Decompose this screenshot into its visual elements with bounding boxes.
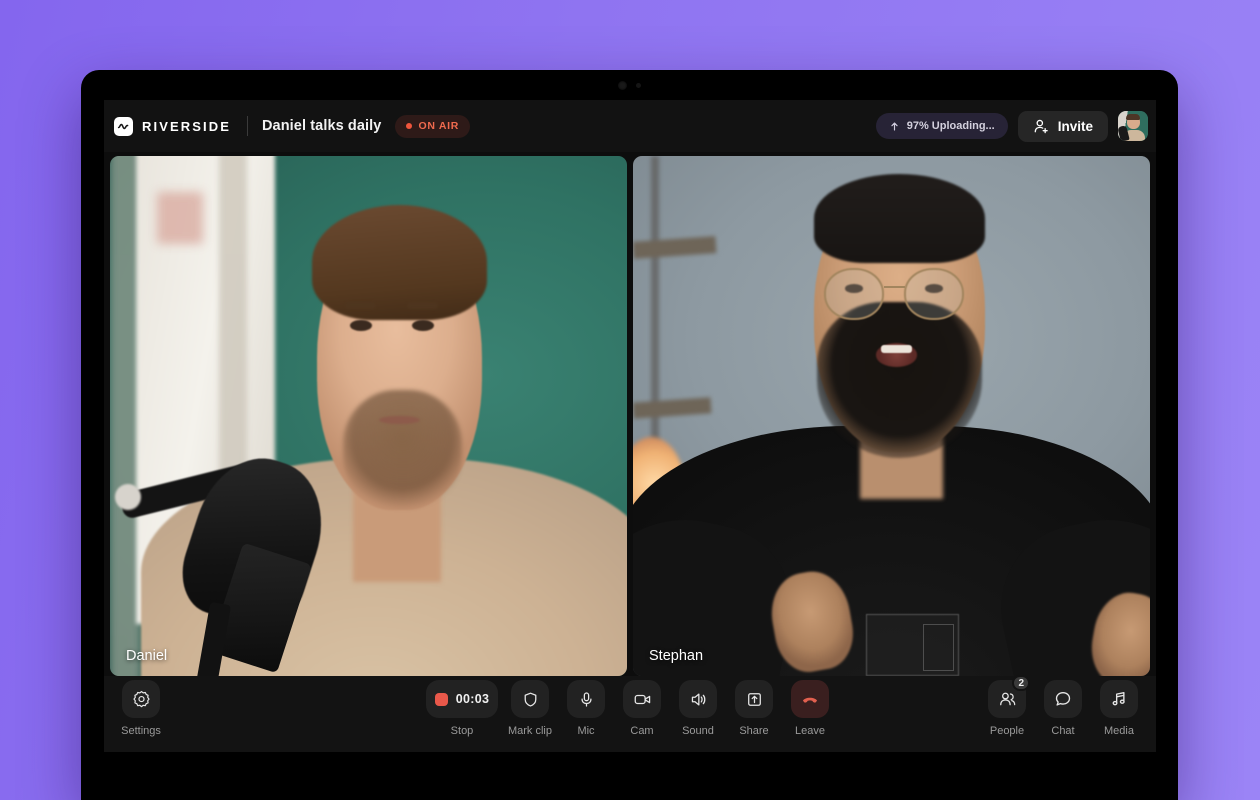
- participant-name-label: Daniel: [126, 648, 167, 664]
- upload-status-label: 97% Uploading...: [907, 120, 995, 132]
- session-title: Daniel talks daily: [262, 118, 381, 134]
- brand-name: RIVERSIDE: [142, 119, 231, 134]
- mic-button[interactable]: Mic: [559, 680, 613, 737]
- shield-icon: [522, 691, 539, 708]
- sound-button[interactable]: Sound: [671, 680, 725, 737]
- hangup-phone-icon: [800, 689, 820, 709]
- share-label: Share: [739, 725, 768, 737]
- bottom-toolbar: Settings 00:03 Stop: [104, 676, 1156, 752]
- mark-clip-label: Mark clip: [508, 725, 552, 737]
- on-air-dot-icon: [406, 123, 412, 129]
- video-tile-stephan[interactable]: Stephan: [633, 156, 1150, 676]
- record-stop-icon: [435, 693, 448, 706]
- media-label: Media: [1104, 725, 1134, 737]
- video-stage: Daniel: [104, 152, 1156, 676]
- waveform-icon: [114, 117, 133, 136]
- chat-bubble-icon: [1054, 690, 1072, 708]
- sensor-dot-icon: [636, 83, 641, 88]
- people-button[interactable]: 2 People: [980, 680, 1034, 737]
- speaker-icon: [689, 690, 708, 709]
- mark-clip-button[interactable]: Mark clip: [503, 680, 557, 737]
- cam-label: Cam: [630, 725, 653, 737]
- toolbar-left-group: Settings: [114, 680, 168, 737]
- avatar[interactable]: [1118, 111, 1148, 141]
- video-tile-daniel[interactable]: Daniel: [110, 156, 627, 676]
- gear-icon: [132, 690, 151, 709]
- people-icon: [998, 690, 1017, 709]
- toolbar-right-group: 2 People Chat: [980, 680, 1146, 737]
- avatar-hair: [1126, 114, 1140, 120]
- app-header: RIVERSIDE Daniel talks daily ON AIR 97% …: [104, 100, 1156, 152]
- video-feed-daniel: [110, 156, 627, 676]
- app-screen: RIVERSIDE Daniel talks daily ON AIR 97% …: [104, 100, 1156, 752]
- upload-status-badge[interactable]: 97% Uploading...: [876, 113, 1008, 139]
- laptop-frame: RIVERSIDE Daniel talks daily ON AIR 97% …: [81, 70, 1178, 800]
- video-feed-stephan: [633, 156, 1150, 676]
- toolbar-center-group: 00:03 Stop Mark clip: [423, 680, 837, 737]
- invite-button[interactable]: Invite: [1018, 111, 1108, 142]
- laptop-bezel: [81, 70, 1178, 100]
- sound-label: Sound: [682, 725, 714, 737]
- upload-arrow-icon: [889, 121, 900, 132]
- chat-label: Chat: [1051, 725, 1074, 737]
- header-actions: 97% Uploading... Invite: [876, 111, 1148, 142]
- mic-label: Mic: [577, 725, 594, 737]
- add-person-icon: [1033, 118, 1050, 135]
- microphone-icon: [578, 691, 595, 708]
- leave-button[interactable]: Leave: [783, 680, 837, 737]
- media-button[interactable]: Media: [1092, 680, 1146, 737]
- share-upload-icon: [746, 691, 763, 708]
- status-badge-on-air: ON AIR: [395, 115, 470, 138]
- people-count-badge: 2: [1012, 675, 1030, 691]
- chat-button[interactable]: Chat: [1036, 680, 1090, 737]
- participant-name-label: Stephan: [649, 648, 703, 664]
- header-divider: [247, 116, 248, 136]
- webcam-icon: [618, 81, 627, 90]
- share-button[interactable]: Share: [727, 680, 781, 737]
- settings-button[interactable]: Settings: [114, 680, 168, 737]
- settings-label: Settings: [121, 725, 161, 737]
- on-air-label: ON AIR: [418, 120, 459, 132]
- stop-label: Stop: [451, 725, 474, 737]
- stop-recording-button[interactable]: 00:03 Stop: [423, 680, 501, 737]
- brand-logo[interactable]: RIVERSIDE: [114, 117, 231, 136]
- recording-timer: 00:03: [456, 692, 489, 706]
- music-note-icon: [1110, 690, 1128, 708]
- leave-label: Leave: [795, 725, 825, 737]
- people-label: People: [990, 725, 1024, 737]
- cam-button[interactable]: Cam: [615, 680, 669, 737]
- camera-icon: [633, 690, 652, 709]
- invite-button-label: Invite: [1058, 119, 1093, 134]
